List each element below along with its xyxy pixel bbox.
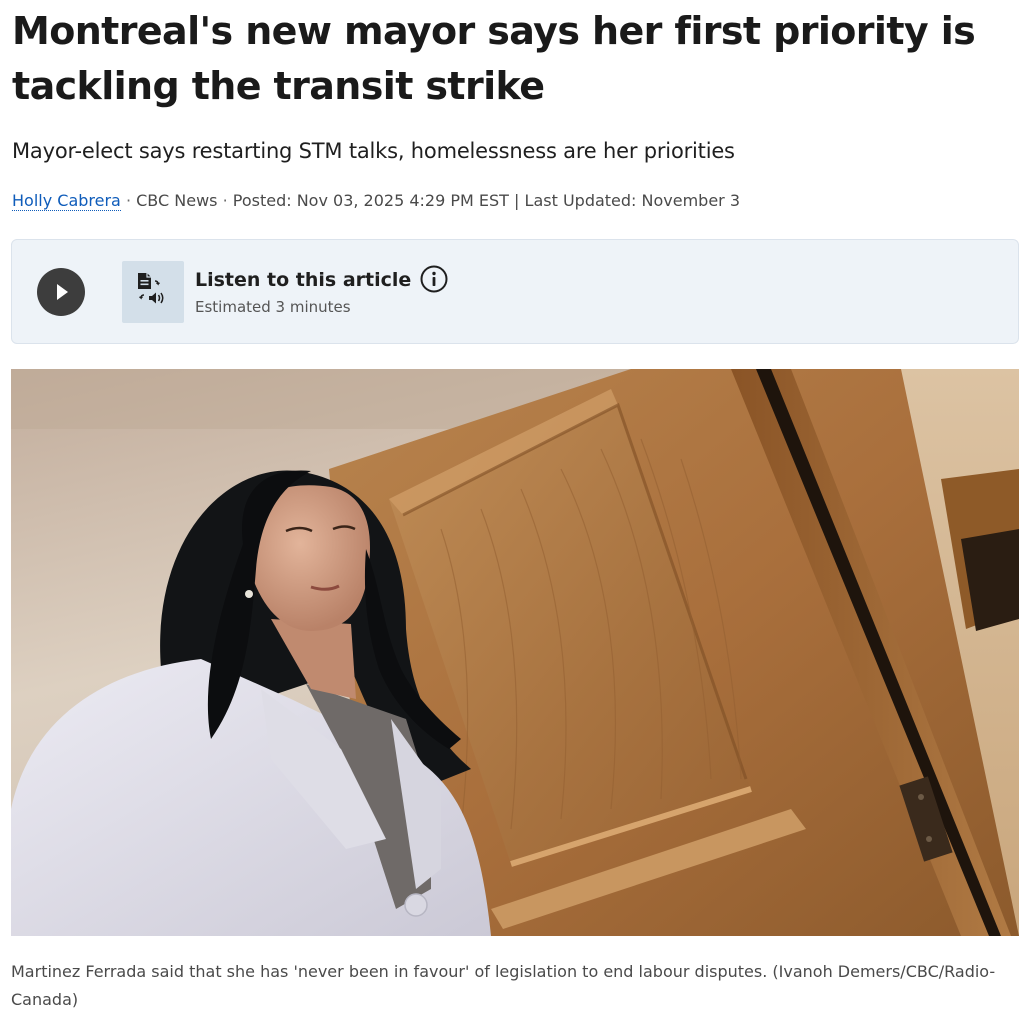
byline-outlet: CBC News xyxy=(136,191,218,210)
document-audio-icon xyxy=(122,261,184,323)
info-icon[interactable] xyxy=(419,264,449,294)
byline-posted: Posted: Nov 03, 2025 4:29 PM EST xyxy=(232,191,509,210)
byline-separator: · xyxy=(217,191,233,210)
photo-caption: Martinez Ferrada said that she has 'neve… xyxy=(11,962,996,1009)
listen-duration: Estimated 3 minutes xyxy=(195,298,351,316)
article-headline: Montreal's new mayor says her first prio… xyxy=(12,9,976,108)
article-deck: Mayor-elect says restarting STM talks, h… xyxy=(12,139,735,163)
listen-to-article-panel: Listen to this article Estimated 3 minut… xyxy=(11,239,1019,344)
author-link[interactable]: Holly Cabrera xyxy=(12,191,121,211)
byline: Holly Cabrera · CBC News · Posted: Nov 0… xyxy=(12,189,740,213)
listen-title: Listen to this article xyxy=(195,269,412,291)
byline-divider: | xyxy=(514,191,520,210)
play-icon xyxy=(57,284,68,300)
byline-separator: · xyxy=(120,191,137,210)
play-button[interactable] xyxy=(37,268,85,316)
article-photo xyxy=(11,369,1019,936)
byline-updated: Last Updated: November 3 xyxy=(524,191,741,210)
